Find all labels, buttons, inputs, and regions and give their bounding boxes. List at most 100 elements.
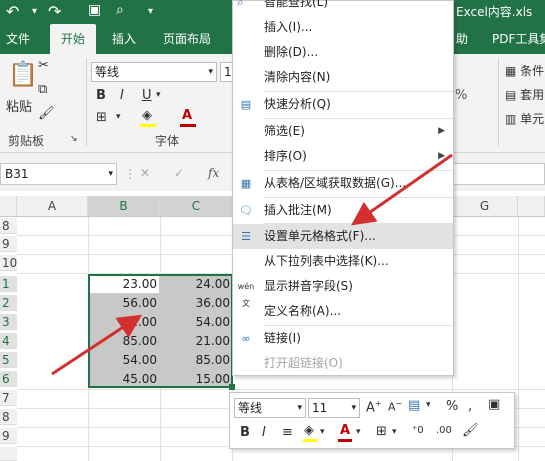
cut-icon[interactable]: ✂: [38, 58, 49, 73]
print-preview-icon[interactable]: ⌕: [116, 2, 124, 18]
undo-dropdown-icon[interactable]: ▾: [32, 6, 37, 17]
cell-styles-button[interactable]: ▥ 单元: [505, 110, 544, 127]
chevron-down-icon[interactable]: ▾: [108, 164, 113, 184]
bold-icon[interactable]: B: [96, 88, 106, 103]
tab-file[interactable]: 文件: [6, 24, 30, 54]
row-header[interactable]: 9: [0, 236, 17, 252]
redo-icon[interactable]: ↷: [48, 2, 61, 21]
row-header[interactable]: 8: [0, 409, 17, 425]
mini-fill-color-icon[interactable]: ◈: [304, 423, 314, 438]
fill-color-icon[interactable]: ◈: [142, 108, 152, 123]
select-all-corner[interactable]: [0, 196, 17, 216]
column-header-a[interactable]: A: [17, 196, 88, 216]
row-header[interactable]: 6: [0, 371, 17, 387]
mini-font-size-combo[interactable]: 11 ▾: [308, 398, 360, 418]
format-as-table-button[interactable]: ▤ 套用: [505, 86, 544, 103]
percent-icon[interactable]: %: [446, 399, 458, 414]
format-painter-icon[interactable]: 🖌: [38, 106, 55, 121]
menu-item-sort[interactable]: 排序(O) ▶: [233, 144, 453, 169]
menu-item-smart-lookup[interactable]: 智能查找(L): [264, 0, 328, 10]
font-color-icon[interactable]: A: [182, 108, 192, 123]
italic-icon[interactable]: I: [120, 88, 124, 103]
context-menu: 智能查找(L) ⌕ 插入(I)... 删除(D)... 清除内容(N) ▤ 快速分…: [232, 0, 454, 376]
mini-font-name-combo[interactable]: 等线 ▾: [234, 398, 306, 418]
customize-toolbar-icon[interactable]: ▾: [148, 6, 153, 17]
row-header[interactable]: 9: [0, 428, 17, 444]
row-header[interactable]: 7: [0, 390, 17, 406]
menu-item-format-cells[interactable]: ☰ 设置单元格格式(F)...: [233, 224, 453, 249]
underline-icon[interactable]: U: [142, 88, 152, 103]
menu-item-get-data-from-table[interactable]: ▦ 从表格/区域获取数据(G)...: [233, 171, 453, 196]
font-name-combo[interactable]: 等线 ▾: [91, 62, 217, 82]
chevron-down-icon[interactable]: ▾: [156, 90, 161, 100]
save-icon[interactable]: ▣: [88, 2, 101, 18]
undo-icon[interactable]: ↶: [6, 2, 19, 21]
increase-decimal-icon[interactable]: ⁺0: [412, 425, 424, 436]
number-format-icon[interactable]: ▤: [408, 398, 420, 413]
cancel-entry-icon[interactable]: ✕: [140, 166, 150, 180]
chevron-down-icon[interactable]: ▾: [208, 63, 213, 81]
menu-item-label: 从表格/区域获取数据(G)...: [264, 176, 407, 190]
mini-borders-icon[interactable]: ⊞: [376, 424, 387, 439]
column-header-b[interactable]: B: [88, 196, 160, 216]
row-header[interactable]: 8: [0, 218, 17, 234]
menu-item-label: 删除(D)...: [264, 45, 319, 59]
menu-item-clear-contents[interactable]: 清除内容(N): [233, 65, 453, 90]
format-painter-icon[interactable]: ▣: [488, 397, 500, 412]
clipboard-launcher-icon[interactable]: ↘: [70, 134, 78, 144]
conditional-format-button[interactable]: ▦ 条件: [505, 62, 544, 79]
chevron-down-icon[interactable]: ▾: [356, 427, 361, 437]
mini-bold-icon[interactable]: B: [240, 425, 250, 440]
row-header[interactable]: 4: [0, 333, 17, 349]
menu-item-link[interactable]: ∞ 链接(I): [233, 326, 453, 351]
row-header[interactable]: 1: [0, 276, 17, 292]
copy-icon[interactable]: ⧉: [38, 82, 47, 97]
insert-function-icon[interactable]: fx: [208, 166, 219, 180]
row-header[interactable]: 3: [0, 314, 17, 330]
paste-icon[interactable]: 📋: [8, 60, 38, 88]
tab-insert[interactable]: 插入: [112, 24, 136, 54]
borders-icon[interactable]: ⊞: [96, 110, 107, 125]
decrease-font-size-icon[interactable]: A−: [388, 399, 402, 414]
tab-page-layout[interactable]: 页面布局: [163, 24, 211, 54]
row-header[interactable]: [0, 447, 17, 461]
confirm-entry-icon[interactable]: ✓: [174, 166, 184, 180]
comma-style-icon[interactable]: ,: [468, 399, 472, 414]
menu-item-filter[interactable]: 筛选(E) ▶: [233, 119, 453, 144]
chevron-down-icon[interactable]: ▾: [392, 427, 397, 437]
grid-line: [17, 389, 545, 390]
tab-help[interactable]: 助: [456, 24, 468, 54]
menu-item-insert-comment[interactable]: 🗨 插入批注(M): [233, 198, 453, 223]
menu-item-show-phonetic[interactable]: wén 文显示拼音字段(S): [233, 274, 453, 308]
fill-handle[interactable]: [229, 384, 235, 390]
menu-item-delete[interactable]: 删除(D)...: [233, 40, 453, 65]
row-header[interactable]: 10: [0, 255, 17, 271]
chevron-down-icon[interactable]: ▾: [426, 400, 431, 410]
menu-item-insert[interactable]: 插入(I)...: [233, 15, 453, 40]
menu-item-quick-analysis[interactable]: ▤ 快速分析(Q): [233, 92, 453, 117]
tab-home[interactable]: 开始: [50, 24, 96, 54]
increase-font-size-icon[interactable]: A+: [366, 399, 382, 415]
mini-format-painter-icon[interactable]: 🖌: [462, 423, 479, 438]
chevron-down-icon[interactable]: ▾: [351, 399, 356, 417]
chevron-down-icon[interactable]: ▾: [116, 112, 121, 122]
align-center-icon[interactable]: ≡: [282, 425, 293, 440]
menu-item-label: 定义名称(A)...: [264, 304, 342, 318]
chevron-down-icon[interactable]: ▾: [320, 427, 325, 437]
percent-style-button[interactable]: %: [455, 88, 467, 103]
paste-label[interactable]: 粘贴: [6, 96, 32, 115]
mini-fill-color-swatch: [303, 439, 317, 442]
row-header[interactable]: 5: [0, 352, 17, 368]
row-header[interactable]: 2: [0, 295, 17, 311]
name-box[interactable]: B31 ▾: [0, 163, 117, 185]
mini-font-color-icon[interactable]: A: [340, 423, 350, 438]
decrease-decimal-icon[interactable]: .00: [436, 425, 452, 436]
column-header-h[interactable]: [518, 196, 545, 216]
mini-italic-icon[interactable]: I: [262, 425, 266, 440]
tab-pdf-tools[interactable]: PDF工具集: [492, 24, 545, 54]
column-header-g[interactable]: G: [452, 196, 518, 216]
chevron-down-icon[interactable]: ▾: [297, 399, 302, 417]
menu-item-define-name[interactable]: 定义名称(A)...: [233, 299, 453, 324]
menu-item-pick-from-list[interactable]: 从下拉列表中选择(K)...: [233, 249, 453, 274]
column-header-c[interactable]: C: [160, 196, 233, 216]
